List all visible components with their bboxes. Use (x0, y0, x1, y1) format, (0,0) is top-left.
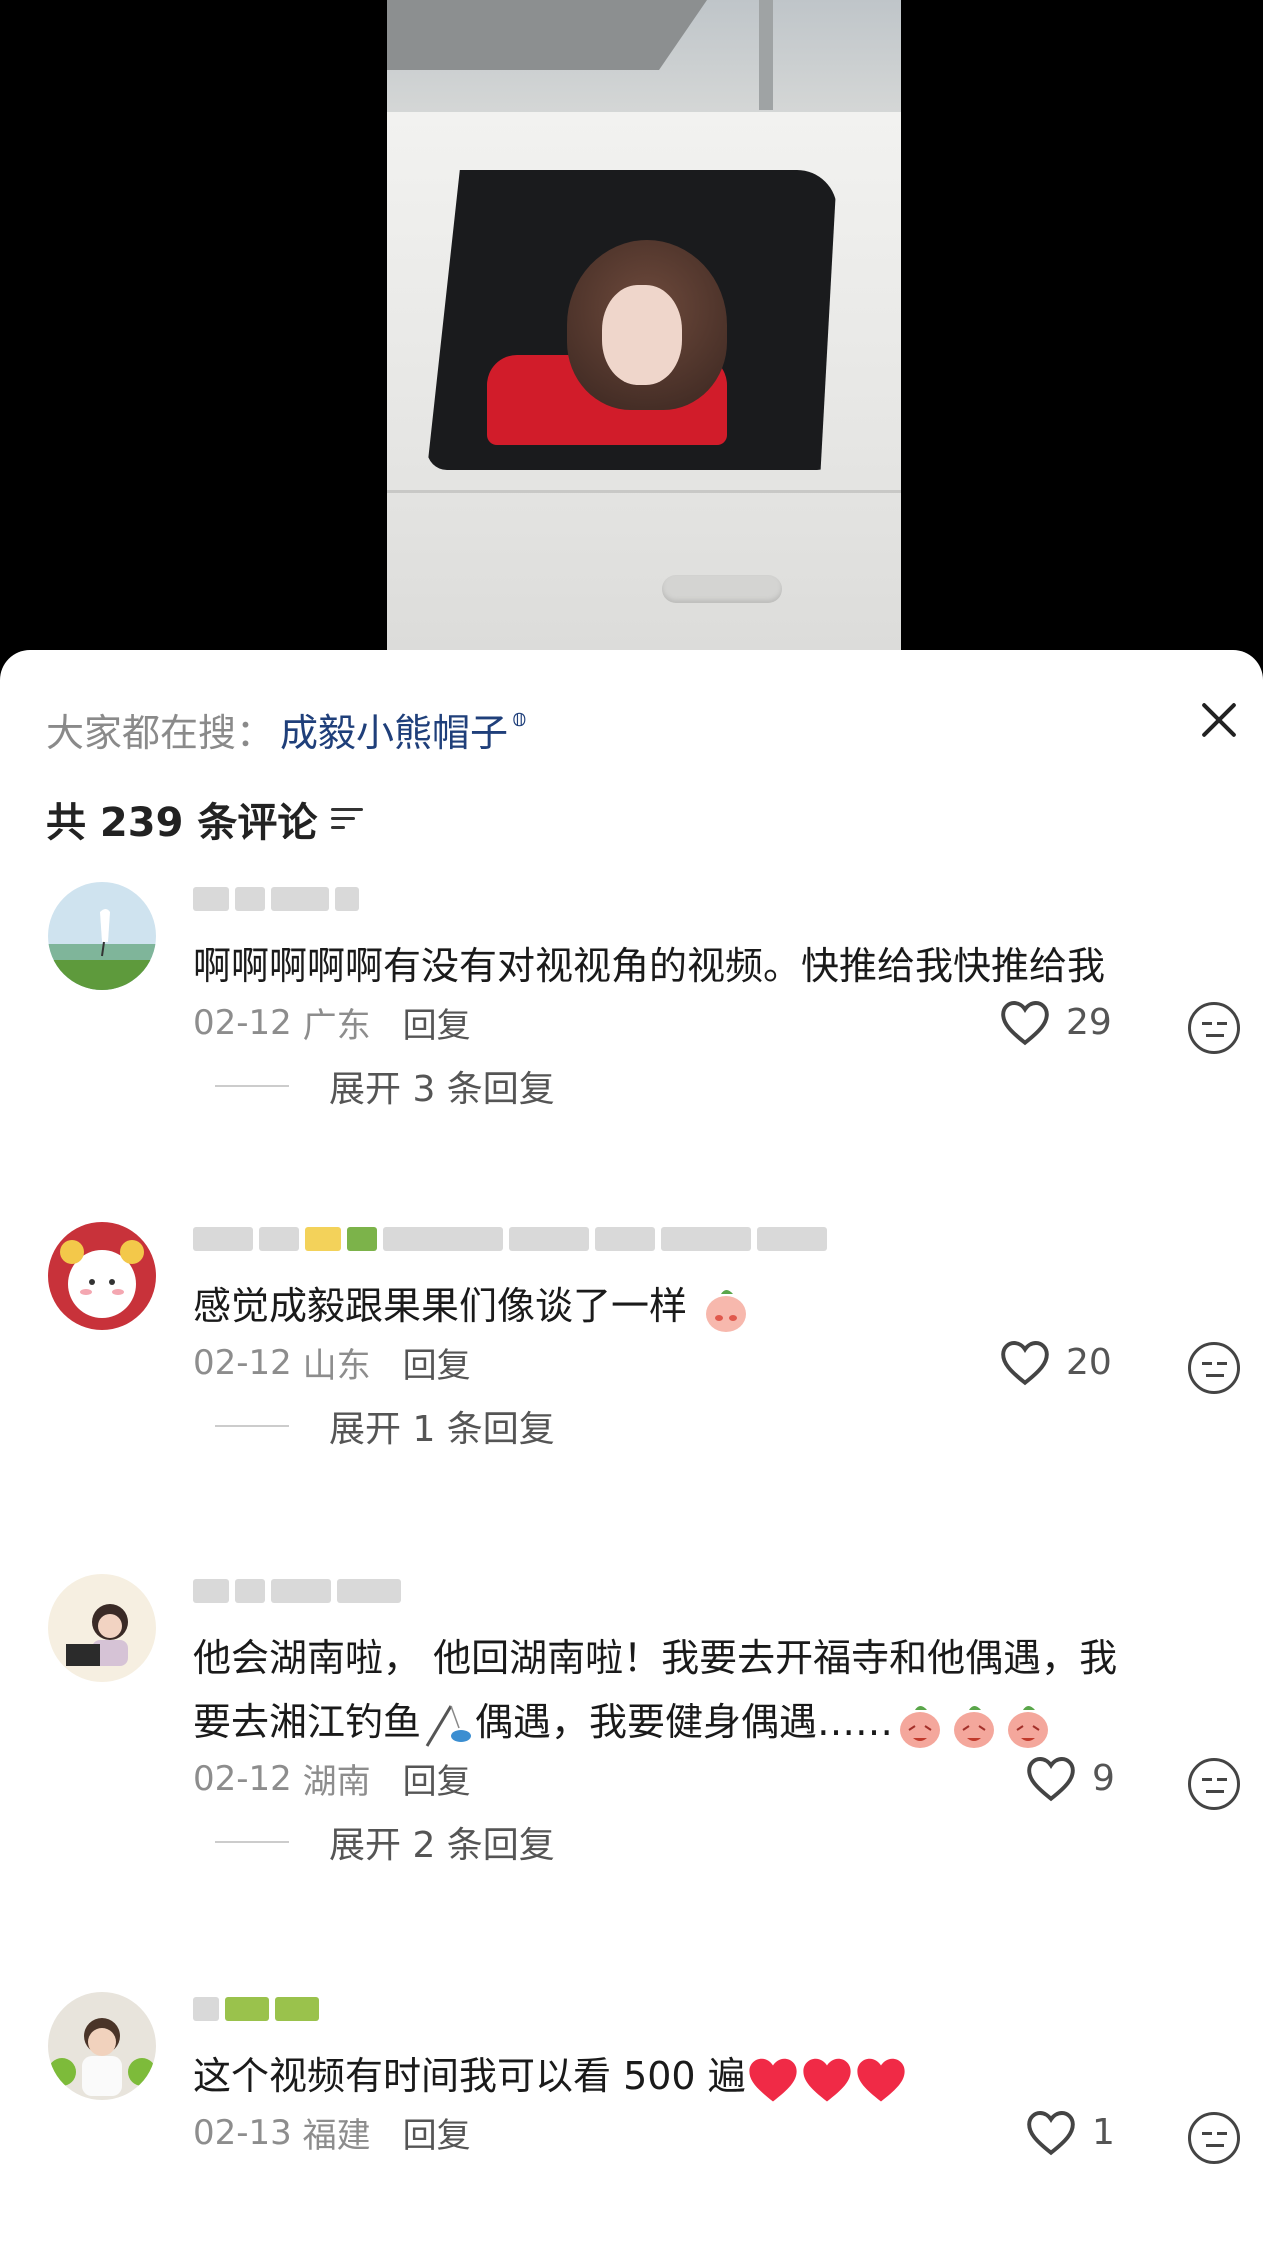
heart-icon (1001, 1001, 1049, 1046)
reaction-emoji-icon[interactable] (1188, 1342, 1240, 1394)
username-blurred[interactable] (193, 882, 359, 916)
comment-meta: 02-12 山东 回复 (193, 1338, 471, 1387)
reply-button[interactable]: 回复 (403, 2108, 471, 2157)
red-heart-emoji-icon (803, 2058, 851, 2101)
comment-text: 这个视频有时间我可以看 500 遍 (193, 2044, 1223, 2108)
expand-replies[interactable]: 展开 1 条回复 (215, 1400, 555, 1452)
expand-replies-label: 展开 1 条回复 (329, 1409, 555, 1450)
laughing-peach-emoji-icon (954, 1705, 995, 1748)
video-building (387, 0, 707, 70)
username-blurred[interactable] (193, 1992, 319, 2026)
comment-text: 他会湖南啦， 他回湖南啦！我要去开福寺和他偶遇，我 要去湘江钓鱼 偶遇，我要健身偶… (193, 1626, 1223, 1754)
video-door-handle (662, 575, 782, 603)
divider-line (215, 1425, 289, 1427)
reaction-emoji-icon[interactable] (1188, 1002, 1240, 1054)
comment-text-body: 这个视频有时间我可以看 500 遍 (193, 2054, 746, 2098)
like-button[interactable]: 29 (998, 998, 1112, 1046)
search-icon: 𝕠 (512, 703, 527, 732)
heart-icon (1001, 1341, 1049, 1386)
expand-replies-label: 展开 2 条回复 (329, 1825, 555, 1866)
search-suggestion[interactable]: 大家都在搜： 成毅小熊帽子 𝕠 (46, 702, 527, 757)
red-heart-emoji-icon (749, 2058, 797, 2101)
comment-meta: 02-12 湖南 回复 (193, 1754, 471, 1803)
comment-text-line2b: 偶遇，我要健身偶遇…… (475, 1700, 894, 1744)
username-blurred[interactable] (193, 1222, 827, 1256)
comment-text-line1: 他会湖南啦， 他回湖南啦！我要去开福寺和他偶遇，我 (193, 1636, 1118, 1680)
heart-icon (1027, 2111, 1075, 2156)
comment-text-body: 感觉成毅跟果果们像谈了一样 (193, 1284, 688, 1328)
comment-location: 山东 (302, 1346, 371, 1386)
comment-date: 02-13 (193, 2112, 292, 2153)
comment-panel: 大家都在搜： 成毅小熊帽子 𝕠 共 239 条评论 啊啊啊啊啊有没有对视视角的视… (0, 650, 1263, 2247)
fishing-emoji-icon (425, 1704, 472, 1747)
reply-button[interactable]: 回复 (403, 998, 471, 1047)
expand-replies-label: 展开 3 条回复 (329, 1069, 555, 1110)
search-suggestion-term[interactable]: 成毅小熊帽子 (280, 702, 508, 757)
comment-count: 共 239 条评论 (46, 800, 318, 846)
divider-line (215, 1841, 289, 1843)
avatar[interactable] (48, 1222, 156, 1330)
reply-button[interactable]: 回复 (403, 1754, 471, 1803)
comment-meta: 02-12 广东 回复 (193, 998, 471, 1047)
comment-date: 02-12 (193, 1002, 292, 1043)
close-button[interactable] (1190, 690, 1250, 750)
comment-count-header: 共 239 条评论 (46, 790, 365, 848)
sort-icon[interactable] (331, 806, 365, 832)
video-pole (759, 0, 773, 110)
peach-emoji-icon (706, 1289, 747, 1332)
avatar[interactable] (48, 882, 156, 990)
comment-meta: 02-13 福建 回复 (193, 2108, 471, 2157)
reaction-emoji-icon[interactable] (1188, 1758, 1240, 1810)
comment-location: 福建 (302, 2116, 371, 2156)
like-count: 9 (1092, 1757, 1115, 1799)
heart-icon (1027, 1757, 1075, 1802)
like-button[interactable]: 1 (1024, 2108, 1115, 2156)
avatar[interactable] (48, 1992, 156, 2100)
like-count: 1 (1092, 2111, 1115, 2153)
comment-text-line2: 要去湘江钓鱼 (193, 1700, 422, 1744)
laughing-peach-emoji-icon (1008, 1705, 1049, 1748)
like-button[interactable]: 9 (1024, 1754, 1115, 1802)
video-door-line (387, 490, 901, 493)
like-count: 29 (1066, 1001, 1112, 1043)
divider-line (215, 1085, 289, 1087)
comment-date: 02-12 (193, 1342, 292, 1383)
comment-location: 广东 (302, 1006, 371, 1046)
expand-replies[interactable]: 展开 2 条回复 (215, 1816, 555, 1868)
reaction-emoji-icon[interactable] (1188, 2112, 1240, 2164)
video-frame[interactable] (387, 0, 901, 650)
comment-location: 湖南 (302, 1762, 371, 1802)
search-suggestion-label: 大家都在搜： (46, 711, 275, 755)
like-button[interactable]: 20 (998, 1338, 1112, 1386)
like-count: 20 (1066, 1341, 1112, 1383)
comment-date: 02-12 (193, 1758, 292, 1799)
comment-text: 啊啊啊啊啊有没有对视视角的视频。快推给我快推给我 (193, 944, 1106, 988)
video-person-face (602, 285, 682, 385)
laughing-peach-emoji-icon (900, 1705, 941, 1748)
video-player[interactable] (0, 0, 1263, 660)
avatar[interactable] (48, 1574, 156, 1682)
comment-text: 感觉成毅跟果果们像谈了一样 (193, 1274, 1223, 1338)
username-blurred[interactable] (193, 1574, 401, 1608)
expand-replies[interactable]: 展开 3 条回复 (215, 1060, 555, 1112)
reply-button[interactable]: 回复 (403, 1338, 471, 1387)
red-heart-emoji-icon (857, 2058, 905, 2101)
